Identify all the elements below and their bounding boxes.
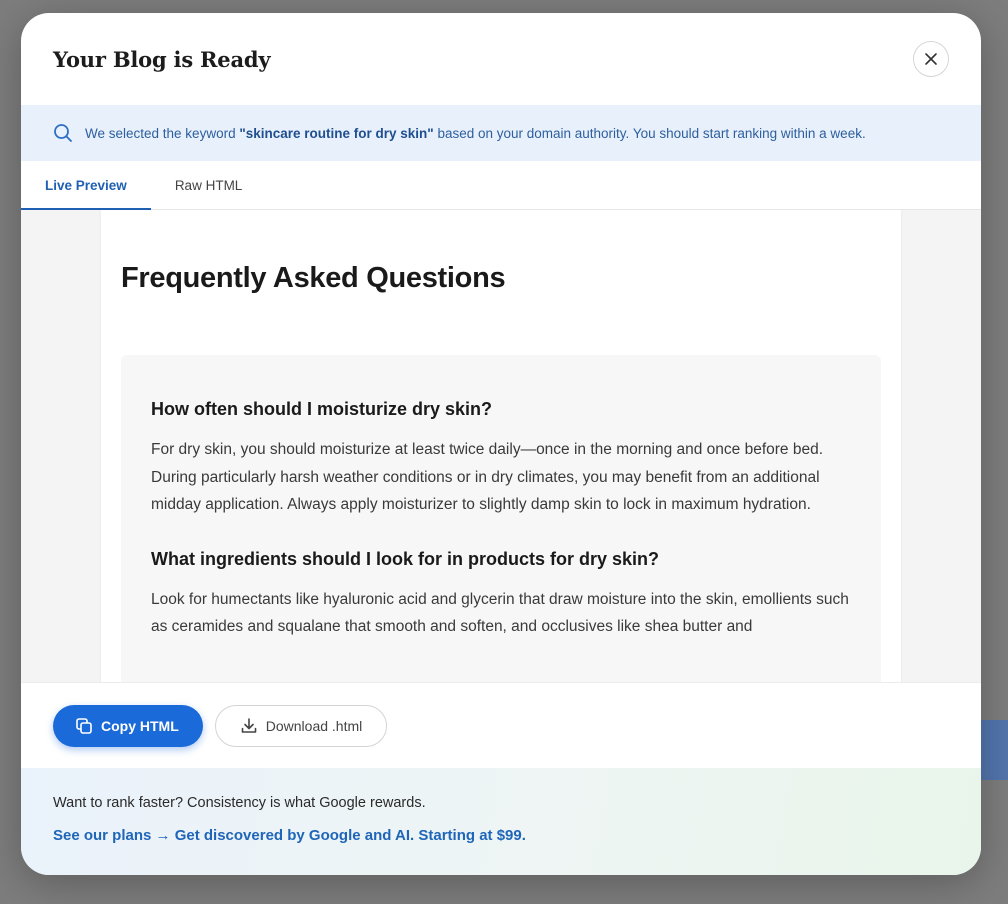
- copy-icon: [76, 717, 92, 734]
- tab-live-preview[interactable]: Live Preview: [21, 161, 151, 210]
- faq-question: What ingredients should I look for in pr…: [151, 548, 660, 569]
- info-suffix: based on your domain authority. You shou…: [433, 125, 866, 141]
- download-icon: [241, 717, 257, 733]
- faq-question: How often should I moisturize dry skin?: [151, 399, 493, 419]
- preview-page: Frequently Asked Questions How often sho…: [101, 210, 901, 682]
- see-plans-link[interactable]: See our plans → Get discovered by Google…: [53, 827, 526, 844]
- faq-answer: Look for humectants like hyaluronic acid…: [151, 590, 849, 636]
- close-button[interactable]: [913, 41, 949, 77]
- tab-raw-html[interactable]: Raw HTML: [151, 161, 267, 209]
- live-preview-pane[interactable]: Frequently Asked Questions How often sho…: [21, 210, 981, 682]
- info-text: We selected the keyword "skincare routin…: [85, 126, 866, 141]
- faq-heading: Frequently Asked Questions: [121, 262, 506, 294]
- copy-html-label: Copy HTML: [101, 717, 179, 734]
- upsell-text: Want to rank faster? Consistency is what…: [53, 795, 426, 811]
- info-prefix: We selected the keyword: [85, 125, 240, 141]
- modal-title: Your Blog is Ready: [53, 46, 271, 72]
- faq-answer: For dry skin, you should moisturize at l…: [151, 441, 824, 513]
- close-icon: [925, 53, 937, 65]
- faq-section: How often should I moisturize dry skin? …: [121, 355, 881, 682]
- selected-keyword: "skincare routine for dry skin": [239, 125, 434, 141]
- upsell-footer: Want to rank faster? Consistency is what…: [21, 768, 981, 875]
- action-bar: Copy HTML Download .html: [21, 682, 981, 768]
- copy-html-button[interactable]: Copy HTML: [53, 704, 203, 747]
- modal-header: Your Blog is Ready: [21, 13, 981, 105]
- search-icon: [54, 124, 72, 142]
- blog-ready-modal: Your Blog is Ready We selected the keywo…: [21, 13, 981, 875]
- preview-tabs: Live Preview Raw HTML: [21, 161, 981, 210]
- keyword-info-banner: We selected the keyword "skincare routin…: [21, 105, 981, 161]
- download-html-button[interactable]: Download .html: [214, 704, 388, 747]
- download-html-label: Download .html: [265, 717, 363, 734]
